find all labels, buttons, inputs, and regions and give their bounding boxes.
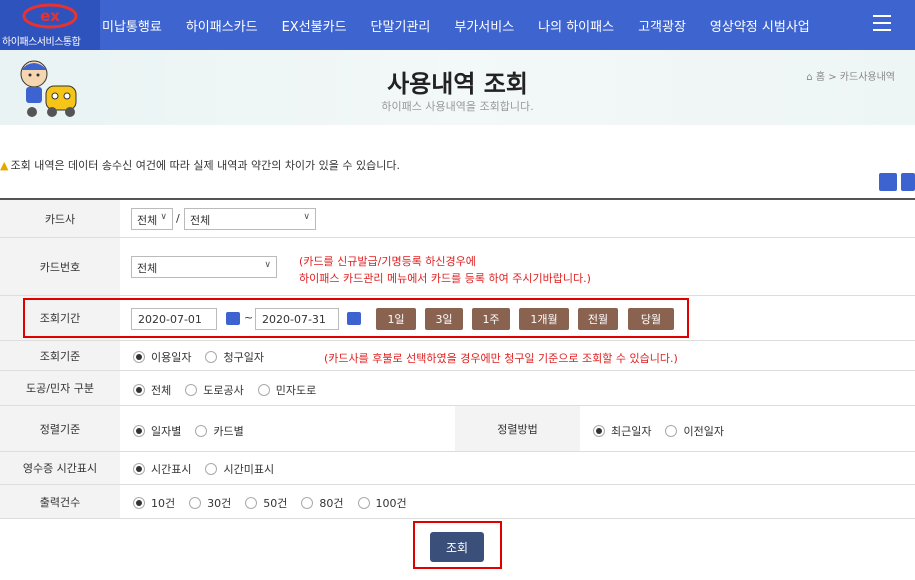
receipt-radio-0[interactable]: 시간표시 <box>133 461 191 477</box>
card-number-note-1: (카드를 신규발급/기명등록 하신경우에 <box>299 255 476 268</box>
card-company-separator: / <box>176 212 180 225</box>
sortm-radio-0[interactable]: 최근일자 <box>593 423 651 439</box>
nav-item-6[interactable]: 고객광장 <box>638 16 686 35</box>
card-company-type-select[interactable]: 전체 ∨ <box>131 208 173 230</box>
breadcrumb-home[interactable]: 홈 <box>816 72 825 83</box>
nav-item-3[interactable]: 단말기관리 <box>371 16 431 35</box>
nav-item-4[interactable]: 부가서비스 <box>454 16 514 35</box>
road-radio-1[interactable]: 도로공사 <box>185 382 244 398</box>
radio-circle-icon[interactable] <box>301 497 314 509</box>
count-radio-0[interactable]: 10건 <box>133 495 175 511</box>
basis-radio-1[interactable]: 청구일자 <box>205 349 264 365</box>
basis-radio-group: 이용일자 청구일자 <box>133 349 278 365</box>
receipt-radio-group: 시간표시 시간미표시 <box>133 461 288 477</box>
nav-item-0[interactable]: 미납통행료 <box>102 16 162 35</box>
radio-circle-icon[interactable] <box>133 384 145 396</box>
count-radio-group: 10건 30건 50건 80건 100건 <box>133 495 421 511</box>
radio-circle-icon[interactable] <box>189 497 202 509</box>
page-title: 사용내역 조회 <box>387 70 528 98</box>
sort-method-radio-group: 최근일자 이전일자 <box>593 423 738 439</box>
nav-item-2[interactable]: EX선불카드 <box>282 16 347 35</box>
view-toggle <box>875 173 915 191</box>
ex-logo-icon: ex <box>22 3 78 29</box>
radio-circle-icon[interactable] <box>357 497 370 509</box>
nav-menu: 미납통행료 하이패스카드 EX선불카드 단말기관리 부가서비스 나의 하이패스 고객광장 영상… <box>102 0 834 50</box>
period-highlight-box <box>23 298 689 338</box>
count-radio-2[interactable]: 50건 <box>245 495 287 511</box>
radio-circle-icon[interactable] <box>133 497 145 509</box>
nav-item-1[interactable]: 하이패스카드 <box>186 16 258 35</box>
home-icon[interactable]: ⌂ <box>806 72 812 83</box>
logo[interactable]: ex 하이패스서비스통합 <box>0 0 100 50</box>
radio-circle-icon[interactable] <box>593 425 605 437</box>
sort-label: 정렬기준 <box>0 406 120 451</box>
breadcrumb-current: 카드사용내역 <box>839 72 895 83</box>
road-label: 도공/민자 구분 <box>0 371 120 405</box>
radio-circle-icon[interactable] <box>185 384 198 396</box>
count-radio-4[interactable]: 100건 <box>357 495 407 511</box>
card-number-select[interactable]: 전체 ∨ <box>131 256 277 278</box>
road-radio-2[interactable]: 민자도로 <box>257 382 316 398</box>
count-radio-3[interactable]: 80건 <box>301 495 344 511</box>
breadcrumb: ⌂ 홈 > 카드사용내역 <box>806 68 895 83</box>
receipt-label: 영수증 시간표시 <box>0 452 120 484</box>
receipt-radio-1[interactable]: 시간미표시 <box>205 461 274 477</box>
count-label: 출력건수 <box>0 485 120 518</box>
sort-radio-1[interactable]: 카드별 <box>195 423 244 439</box>
basis-note: (카드사를 후불로 선택하였을 경우에만 청구일 기준으로 조회할 수 있습니다… <box>324 352 678 365</box>
radio-circle-icon[interactable] <box>257 384 270 396</box>
card-company-select[interactable]: 전체 ∨ <box>184 208 316 230</box>
card-number-note-2: 하이패스 카드관리 메뉴에서 카드를 등록 하여 주시기바랍니다.) <box>299 272 591 285</box>
calendar-view-icon[interactable] <box>901 173 915 191</box>
logo-subtitle: 하이패스서비스통합 <box>2 37 81 48</box>
card-company-label: 카드사 <box>0 200 120 237</box>
page-subtitle: 하이패스 사용내역을 조회합니다. <box>381 100 534 113</box>
notice-text: ▲ 조회 내역은 데이터 송수신 여건에 따라 실제 내역과 약간의 차이가 있을… <box>0 159 401 172</box>
radio-circle-icon[interactable] <box>195 425 208 437</box>
search-button[interactable]: 조회 <box>430 532 484 562</box>
radio-circle-icon[interactable] <box>665 425 678 437</box>
road-radio-0[interactable]: 전체 <box>133 382 171 398</box>
top-navigation: ex 하이패스서비스통합 미납통행료 하이패스카드 EX선불카드 단말기관리 부가서비스… <box>0 0 915 50</box>
radio-circle-icon[interactable] <box>205 463 218 475</box>
list-view-icon[interactable] <box>879 173 897 191</box>
road-radio-group: 전체 도로공사 민자도로 <box>133 382 330 398</box>
breadcrumb-separator: > <box>828 72 837 83</box>
nav-item-7[interactable]: 영상약정 시범사업 <box>710 16 810 35</box>
radio-circle-icon[interactable] <box>205 351 218 363</box>
warning-icon: ▲ <box>0 159 9 172</box>
radio-circle-icon[interactable] <box>133 463 145 475</box>
count-radio-1[interactable]: 30건 <box>189 495 231 511</box>
radio-circle-icon[interactable] <box>133 425 145 437</box>
hamburger-menu-icon[interactable] <box>873 15 891 31</box>
basis-label: 조회기준 <box>0 341 120 370</box>
radio-circle-icon[interactable] <box>133 351 145 363</box>
basis-radio-0[interactable]: 이용일자 <box>133 349 191 365</box>
svg-text:ex: ex <box>40 7 60 25</box>
sort-radio-0[interactable]: 일자별 <box>133 423 181 439</box>
nav-item-5[interactable]: 나의 하이패스 <box>538 16 614 35</box>
sortm-radio-1[interactable]: 이전일자 <box>665 423 724 439</box>
sort-radio-group: 일자별 카드별 <box>133 423 258 439</box>
sort-method-label: 정렬방법 <box>455 406 580 451</box>
card-number-label: 카드번호 <box>0 238 120 295</box>
radio-circle-icon[interactable] <box>245 497 258 509</box>
